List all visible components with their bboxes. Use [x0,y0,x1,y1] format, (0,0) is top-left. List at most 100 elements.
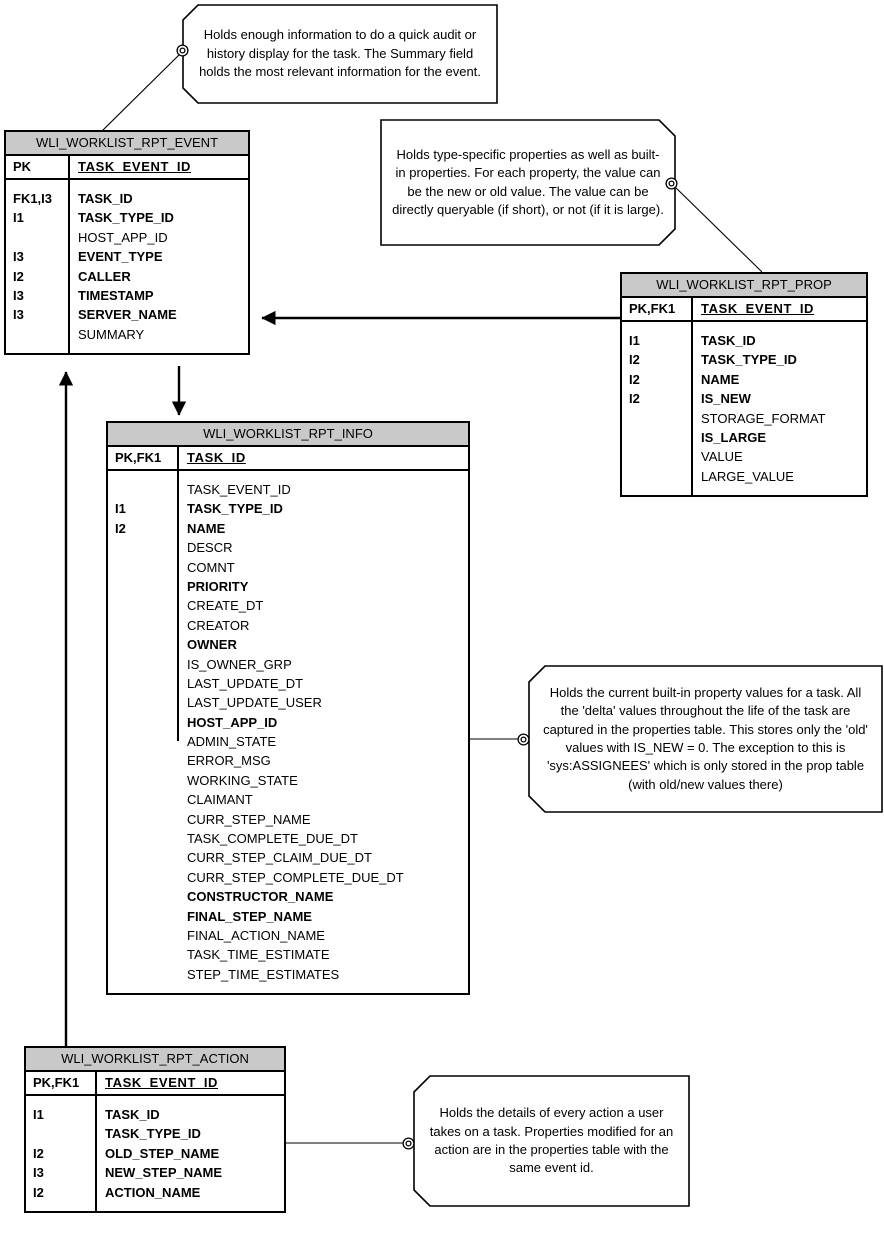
key-cell [629,409,687,428]
attr-cell: CREATE_DT [187,598,264,614]
attr-cell: SERVER_NAME [78,307,177,323]
attr-cell: CREATOR [187,617,250,633]
key-cell: I1 [629,333,640,348]
attr-cell: STORAGE_FORMAT [701,410,826,426]
key-cell [115,655,173,674]
key-cell: I3 [33,1165,44,1181]
entity-attr-list-event: TASK_ID TASK_TYPE_ID HOST_APP_ID EVENT_T… [70,180,248,353]
note-text-prop: Holds type-specific properties as well a… [392,146,664,217]
attr-cell: FINAL_ACTION_NAME [187,927,325,943]
entity-title-event: WLI_WORKLIST_RPT_EVENT [6,132,248,156]
leader-line-note-event [101,51,183,132]
entity-key-list-event: FK1,I3 I1 I3 I2 I3 I3 [6,180,70,354]
attr-cell: TASK_TYPE_ID [105,1126,201,1142]
entity-pk-key-action: PK,FK1 [26,1072,97,1094]
key-cell [115,713,173,732]
attr-cell: OLD_STEP_NAME [105,1145,220,1161]
entity-key-list-prop: I1 I2 I2 I2 [622,322,693,496]
attr-cell: NEW_STEP_NAME [105,1165,223,1181]
attr-cell: TASK_TYPE_ID [701,352,797,368]
entity-pk-attr-prop: TASK_EVENT_ID [701,301,815,316]
entity-body-section-action: I1 I2 I3 I2 TASK_ID TASK_TYPE_ID OLD_STE… [26,1096,284,1211]
key-cell: I2 [629,371,640,387]
attr-cell: TASK_TYPE_ID [187,501,283,517]
note-anchor-icon[interactable] [176,44,189,57]
entity-pk-section-prop: PK,FK1 TASK_EVENT_ID [622,298,866,322]
note-wli-worklist-rpt-action[interactable]: Holds the details of every action a user… [413,1075,690,1207]
attr-cell: PRIORITY [187,578,249,594]
attr-cell: OWNER [187,637,237,653]
key-cell [115,558,173,577]
key-cell [115,538,173,557]
key-cell [115,480,173,499]
key-cell [115,616,173,635]
key-cell [33,1124,91,1143]
attr-cell: NAME [187,520,226,536]
entity-pk-attr-info: TASK_ID [187,450,246,465]
entity-title-action: WLI_WORKLIST_RPT_ACTION [26,1048,284,1072]
leader-line-note-prop [671,183,763,273]
entity-key-list-action: I1 I2 I3 I2 [26,1096,97,1211]
key-cell [115,577,173,596]
key-cell: I2 [115,520,126,536]
attr-cell: ERROR_MSG [187,753,271,769]
note-text-action: Holds the details of every action a user… [429,1105,674,1176]
key-cell: I2 [33,1145,44,1161]
key-cell: I1 [13,210,24,226]
key-cell [629,447,687,466]
key-cell [115,596,173,615]
entity-key-list-info: I1 I2 [108,471,179,742]
attr-cell: TIMESTAMP [78,287,154,303]
attr-cell: LAST_UPDATE_DT [187,675,304,691]
entity-pk-attr-event: TASK_EVENT_ID [78,159,192,174]
note-wli-worklist-rpt-prop[interactable]: Holds type-specific properties as well a… [380,119,676,246]
attr-cell: COMNT [187,559,235,575]
attr-cell: VALUE [701,449,743,465]
er-diagram-canvas: WLI_WORKLIST_RPT_EVENT PK TASK_EVENT_ID … [0,0,884,1233]
entity-attr-list-action: TASK_ID TASK_TYPE_ID OLD_STEP_NAME NEW_S… [97,1096,284,1211]
entity-wli-worklist-rpt-prop[interactable]: WLI_WORKLIST_RPT_PROP PK,FK1 TASK_EVENT_… [620,272,868,498]
entity-wli-worklist-rpt-action[interactable]: WLI_WORKLIST_RPT_ACTION PK,FK1 TASK_EVEN… [24,1046,286,1213]
entity-attr-list-info: TASK_EVENT_ID TASK_TYPE_ID NAME DESCR CO… [179,471,468,993]
key-cell [115,635,173,654]
entity-title-prop: WLI_WORKLIST_RPT_PROP [622,274,866,298]
key-cell: I2 [629,352,640,368]
key-cell [13,325,64,344]
attr-cell: TASK_COMPLETE_DUE_DT [187,831,358,847]
attr-cell: SUMMARY [78,326,145,342]
attr-cell: NAME [701,371,740,387]
key-cell [629,428,687,447]
key-cell: I3 [13,287,24,303]
entity-wli-worklist-rpt-info[interactable]: WLI_WORKLIST_RPT_INFO PK,FK1 TASK_ID I1 … [106,421,470,996]
attr-cell: CLAIMANT [187,792,253,808]
attr-cell: TASK_EVENT_ID [187,482,291,497]
attr-cell: CURR_STEP_CLAIM_DUE_DT [187,850,372,866]
key-cell: I3 [13,307,24,323]
key-cell: FK1,I3 [13,191,53,206]
key-cell: I1 [33,1107,44,1122]
attr-cell: CONSTRUCTOR_NAME [187,889,334,905]
entity-body-section-event: FK1,I3 I1 I3 I2 I3 I3 TASK_ID TASK_TYPE_… [6,180,248,354]
attr-cell: DESCR [187,540,233,556]
entity-body-section-prop: I1 I2 I2 I2 TASK_ID TASK_TYPE_ID NAME IS… [622,322,866,496]
attr-cell: IS_OWNER_GRP [187,656,292,672]
note-wli-worklist-rpt-info[interactable]: Holds the current built-in property valu… [528,665,883,813]
key-cell [115,674,173,693]
note-anchor-icon[interactable] [665,177,678,190]
attr-cell: TASK_TYPE_ID [78,210,174,226]
attr-cell: LAST_UPDATE_USER [187,695,322,711]
key-cell: I2 [33,1184,44,1200]
attr-cell: STEP_TIME_ESTIMATES [187,966,340,982]
note-wli-worklist-rpt-event[interactable]: Holds enough information to do a quick a… [182,4,498,104]
key-cell: I3 [13,249,24,265]
attr-cell: HOST_APP_ID [78,229,168,245]
key-cell [13,228,64,247]
entity-pk-section-event: PK TASK_EVENT_ID [6,156,248,180]
entity-pk-key-prop: PK,FK1 [622,298,693,320]
entity-pk-key-event: PK [6,156,70,178]
attr-cell: EVENT_TYPE [78,249,163,265]
note-anchor-icon[interactable] [402,1137,415,1150]
entity-wli-worklist-rpt-event[interactable]: WLI_WORKLIST_RPT_EVENT PK TASK_EVENT_ID … [4,130,250,356]
note-anchor-icon[interactable] [517,733,530,746]
key-cell: I2 [13,268,24,284]
